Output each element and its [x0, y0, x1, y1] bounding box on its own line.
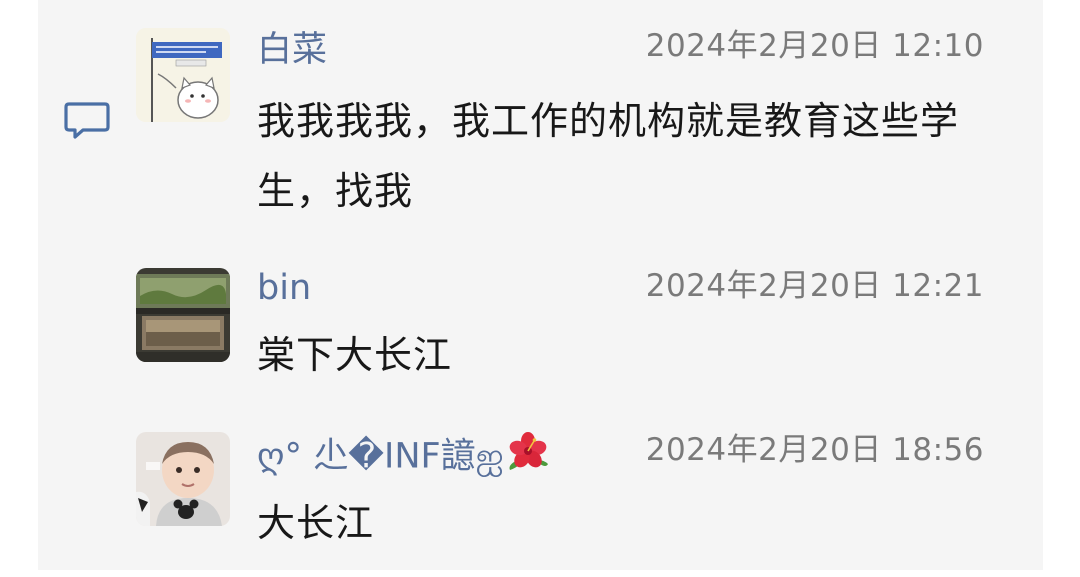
- hibiscus-icon: [506, 432, 550, 483]
- message-text: 棠下大长江: [257, 333, 453, 377]
- message-text: 我我我我，我工作的机构就是教育这些学生，找我: [257, 99, 960, 213]
- sender-name-text: ღ° 尐�INF譩ஐ: [257, 436, 504, 477]
- message-text: 大长江: [257, 501, 375, 545]
- message-timestamp: 2024年2月20日 12:21: [645, 268, 984, 304]
- message-timestamp: 2024年2月20日 12:10: [645, 28, 984, 64]
- message-timestamp: 2024年2月20日 18:56: [645, 432, 984, 468]
- sender-name[interactable]: bin: [257, 266, 311, 310]
- sender-name[interactable]: ღ° 尐�INF譩ஐ: [257, 432, 550, 483]
- comment-icon[interactable]: [63, 101, 111, 141]
- building-photo-avatar[interactable]: [136, 268, 230, 362]
- cat-sign-avatar[interactable]: [136, 28, 230, 122]
- sender-name[interactable]: 白菜: [257, 28, 327, 72]
- baby-photo-avatar[interactable]: [136, 432, 230, 526]
